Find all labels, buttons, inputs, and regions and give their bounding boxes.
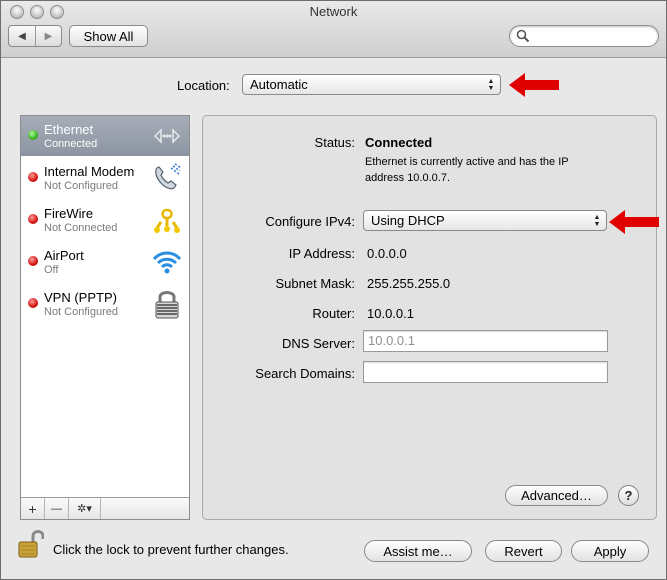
back-arrow-icon: ◀ [18, 30, 26, 42]
location-popup[interactable]: Automatic ▲ ▼ [242, 74, 501, 95]
status-description-line-1: Ethernet is currently active and has the… [365, 156, 569, 168]
service-name: VPN (PPTP) [44, 290, 117, 305]
service-list: Ethernet Connected Internal Modem Not Co… [20, 115, 190, 520]
add-service-button[interactable]: + [21, 498, 45, 519]
status-indicator-icon [28, 172, 38, 182]
red-annotation-arrow-icon [609, 210, 659, 234]
service-item-ethernet[interactable]: Ethernet Connected [21, 116, 189, 156]
service-name: AirPort [44, 248, 84, 263]
assist-me-button[interactable]: Assist me… [364, 540, 472, 562]
status-label: Status: [314, 135, 355, 150]
dns-server-field[interactable]: 10.0.0.1 [363, 330, 608, 352]
lock-message: Click the lock to prevent further change… [53, 542, 289, 557]
service-item-internal-modem[interactable]: Internal Modem Not Configured [21, 158, 189, 198]
service-status: Not Configured [44, 180, 118, 192]
lock-open-icon[interactable] [18, 529, 44, 559]
advanced-button[interactable]: Advanced… [505, 485, 608, 506]
service-status: Off [44, 264, 59, 276]
router-value: 10.0.0.1 [367, 306, 414, 321]
ip-address-label: IP Address: [288, 246, 355, 261]
search-icon [516, 29, 530, 43]
router-label: Router: [312, 306, 355, 321]
red-annotation-arrow-icon [509, 73, 559, 97]
subnet-mask-value: 255.255.255.0 [367, 276, 451, 291]
forward-arrow-icon: ▶ [44, 30, 53, 42]
search-domains-label: Search Domains: [255, 366, 355, 381]
dns-server-label: DNS Server: [282, 336, 355, 351]
status-description-line-2: address 10.0.0.7. [365, 172, 451, 184]
back-forward-control: ◀ ▶ [8, 25, 62, 47]
status-indicator-icon [28, 130, 38, 140]
service-item-airport[interactable]: AirPort Off [21, 242, 189, 282]
ethernet-icon [153, 128, 181, 144]
service-status: Not Connected [44, 222, 118, 234]
remove-service-button[interactable]: — [45, 498, 69, 519]
forward-button[interactable]: ▶ [34, 26, 61, 46]
search-input[interactable] [509, 25, 659, 47]
phone-icon [155, 163, 182, 190]
vpn-lock-icon [155, 291, 179, 319]
service-name: FireWire [44, 206, 94, 221]
popup-arrows-icon: ▲ ▼ [593, 213, 601, 228]
status-indicator-icon [28, 256, 38, 266]
service-name: Internal Modem [44, 164, 135, 179]
location-value: Automatic [250, 77, 308, 92]
window-title: Network [309, 4, 358, 19]
location-label: Location: [177, 78, 230, 93]
firewire-icon [154, 208, 180, 233]
configure-ipv4-label: Configure IPv4: [265, 214, 355, 229]
service-item-vpn[interactable]: VPN (PPTP) Not Configured [21, 284, 189, 324]
service-status: Connected [44, 138, 98, 150]
title-bar: Network ◀ ▶ Show All [1, 1, 666, 58]
configure-ipv4-value: Using DHCP [371, 213, 445, 228]
status-indicator-icon [28, 298, 38, 308]
status-value: Connected [365, 135, 433, 150]
service-name: Ethernet [44, 122, 94, 137]
wifi-icon [152, 251, 182, 274]
ip-address-value: 0.0.0.0 [367, 246, 407, 261]
action-menu-button[interactable]: ✲▾ [69, 498, 101, 519]
service-status: Not Configured [44, 306, 118, 318]
sidebar-toolbar: + — ✲▾ [21, 497, 189, 519]
back-button[interactable]: ◀ [9, 26, 35, 46]
help-button[interactable]: ? [618, 485, 639, 506]
popup-arrows-icon: ▲ ▼ [487, 77, 495, 92]
revert-button[interactable]: Revert [485, 540, 562, 562]
subnet-mask-label: Subnet Mask: [275, 276, 356, 291]
status-indicator-icon [28, 214, 38, 224]
configure-ipv4-popup[interactable]: Using DHCP ▲ ▼ [363, 210, 607, 231]
show-all-button[interactable]: Show All [69, 25, 148, 47]
apply-button[interactable]: Apply [571, 540, 649, 562]
service-item-firewire[interactable]: FireWire Not Connected [21, 200, 189, 240]
network-preferences-window: Network ◀ ▶ Show All Location: Automatic… [0, 0, 667, 580]
search-domains-field[interactable] [363, 361, 608, 383]
